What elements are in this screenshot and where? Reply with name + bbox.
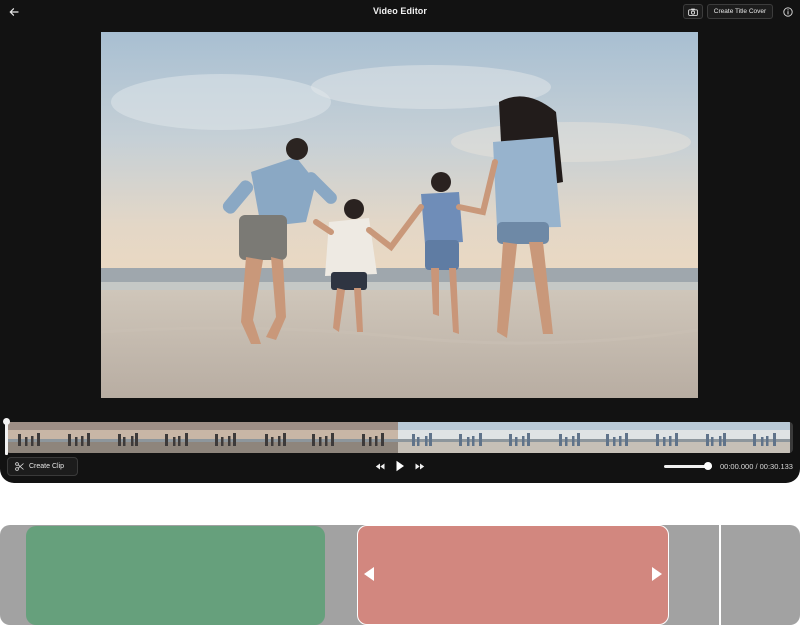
snapshot-button[interactable] — [683, 4, 703, 19]
fast-forward-icon — [415, 463, 425, 469]
play-button[interactable] — [393, 459, 407, 473]
playhead-handle[interactable] — [3, 418, 10, 425]
top-bar: Video Editor Create Title Cover — [0, 0, 800, 24]
rewind-icon — [375, 463, 385, 469]
filmstrip-frame — [6, 422, 55, 453]
create-title-cover-button[interactable]: Create Title Cover — [707, 4, 773, 19]
filmstrip-frame — [741, 422, 790, 453]
create-clip-label: Create Clip — [29, 463, 65, 470]
fast-forward-button[interactable] — [413, 459, 427, 473]
filmstrip-frame — [202, 422, 251, 453]
rewind-button[interactable] — [373, 459, 387, 473]
filmstrip-frame — [496, 422, 545, 453]
video-preview[interactable] — [101, 32, 698, 398]
timeline-playhead[interactable] — [5, 420, 8, 455]
page-title: Video Editor — [372, 6, 428, 16]
segment-track-playhead-handle[interactable] — [717, 519, 723, 525]
filmstrip-frame — [349, 422, 398, 453]
timecode-readout: 00:00.000 / 00:30.133 — [720, 462, 793, 471]
create-clip-button[interactable]: Create Clip — [7, 457, 78, 476]
filmstrip-frame — [55, 422, 104, 453]
info-icon — [782, 6, 793, 17]
clip-segment-green[interactable] — [26, 526, 325, 625]
timeline-filmstrip[interactable] — [6, 422, 793, 453]
preview-image — [101, 32, 698, 398]
filmstrip-frame — [153, 422, 202, 453]
video-editor-panel: Video Editor Create Title Cover Create C… — [0, 0, 800, 483]
info-button[interactable] — [780, 4, 795, 19]
filmstrip-frame — [692, 422, 741, 453]
camera-icon — [688, 8, 698, 16]
filmstrip-frame — [398, 422, 447, 453]
filmstrip-frame — [594, 422, 643, 453]
segment-track-playhead[interactable] — [719, 521, 721, 625]
play-icon — [396, 460, 404, 472]
filmstrip-frame — [104, 422, 153, 453]
filmstrip-frame — [447, 422, 496, 453]
filmstrip-frame — [300, 422, 349, 453]
filmstrip-frame — [251, 422, 300, 453]
scissors-icon — [15, 462, 24, 471]
filmstrip-frame — [643, 422, 692, 453]
clip-segment-selected[interactable] — [357, 525, 669, 625]
volume-slider-knob[interactable] — [704, 462, 713, 470]
trim-handle-right-icon[interactable] — [651, 566, 663, 582]
trim-handle-left-icon[interactable] — [363, 566, 375, 582]
filmstrip-frame — [545, 422, 594, 453]
